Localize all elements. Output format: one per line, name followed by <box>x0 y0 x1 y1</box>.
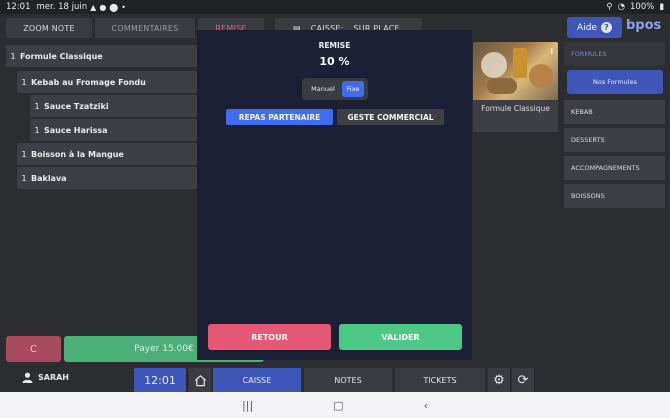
product-name: Formule Classique <box>481 104 550 113</box>
category-desserts[interactable]: DESSERTS <box>564 128 665 152</box>
warning-icon: ▲ <box>90 2 97 12</box>
back-icon[interactable]: ‹ <box>424 399 428 412</box>
reason-geste-commercial[interactable]: GESTE COMMERCIAL <box>337 109 444 125</box>
order-item-name: Baklava <box>31 173 67 183</box>
tab-notes[interactable]: NOTES <box>304 368 392 392</box>
user-section[interactable]: SARAH <box>22 372 69 383</box>
order-item-name: Boisson à la Mangue <box>31 149 124 159</box>
order-item[interactable]: 1 Formule Classique <box>6 45 197 67</box>
order-item-qty: 1 <box>21 173 27 183</box>
order-item-qty: 1 <box>21 149 27 159</box>
order-item-qty: 1 <box>34 125 40 135</box>
info-icon[interactable]: i <box>550 47 553 56</box>
order-item-qty: 1 <box>21 77 27 87</box>
help-icon: ? <box>600 22 612 33</box>
retour-button[interactable]: RETOUR <box>208 324 331 350</box>
settings-button[interactable]: ⚙ <box>488 368 510 392</box>
category-accompagnements[interactable]: ACCOMPAGNEMENTS <box>564 156 665 180</box>
status-bar: 12:01 mer. 18 juin ▲ ● ⬤ • ⚲ ◔ 100% ▮ <box>0 0 670 14</box>
user-icon <box>22 372 33 383</box>
battery-icon: ▮ <box>659 2 664 12</box>
battery-level: 100% <box>630 2 655 12</box>
category-formules[interactable]: FORMULES <box>564 42 665 66</box>
order-item-qty: 1 <box>10 51 16 61</box>
order-item-name: Sauce Tzatziki <box>44 101 109 111</box>
zoom-note-button[interactable]: ZOOM NOTE <box>6 18 92 38</box>
sync-button[interactable]: ⟳ <box>512 368 534 392</box>
clock-button[interactable]: 12:01 <box>134 368 186 392</box>
refresh-icon: ⟳ <box>517 372 529 388</box>
wifi-icon: ◔ <box>617 2 625 12</box>
system-nav-bar: ||| ▢ ‹ <box>0 392 670 418</box>
bpos-logo: bpos <box>626 18 662 33</box>
order-item-name: Sauce Harissa <box>44 125 108 135</box>
dot-icon: • <box>121 2 126 12</box>
reason-repas-partenaire[interactable]: REPAS PARTENAIRE <box>226 109 333 125</box>
aide-label: Aide <box>577 22 597 33</box>
home-button[interactable] <box>189 368 211 392</box>
home-nav-icon[interactable]: ▢ <box>333 399 343 412</box>
home-icon <box>194 374 206 386</box>
category-kebab[interactable]: KEBAB <box>564 100 665 124</box>
order-item-name: Kebab au Fromage Fondu <box>31 77 146 87</box>
product-image <box>473 42 558 100</box>
subcategory-nos-formules[interactable]: Nos Formules <box>567 70 663 94</box>
discount-value: 10 % <box>319 55 350 68</box>
tab-caisse[interactable]: CAISSE <box>213 368 301 392</box>
order-item[interactable]: 1 Sauce Tzatziki <box>30 95 197 117</box>
recent-apps-icon[interactable]: ||| <box>242 399 253 412</box>
location-pin-icon: ⚲ <box>606 2 613 12</box>
order-item-qty: 1 <box>34 101 40 111</box>
mode-manuel-option[interactable]: Manuel <box>306 81 340 97</box>
category-boissons[interactable]: BOISSONS <box>564 184 665 208</box>
aide-button[interactable]: Aide ? <box>567 17 622 38</box>
modal-title: REMISE <box>318 41 351 50</box>
order-item[interactable]: 1 Sauce Harissa <box>30 119 197 141</box>
order-item[interactable]: 1 Kebab au Fromage Fondu <box>17 71 197 93</box>
order-item[interactable]: 1 Boisson à la Mangue <box>17 143 197 165</box>
clear-button[interactable]: C <box>6 336 61 362</box>
product-card[interactable]: i Formule Classique <box>473 42 558 132</box>
tab-tickets[interactable]: TICKETS <box>395 368 485 392</box>
user-name: SARAH <box>38 373 69 382</box>
order-item-name: Formule Classique <box>20 51 103 61</box>
status-date: mer. 18 juin <box>36 2 88 12</box>
location-icon: ⬤ <box>109 2 119 12</box>
mode-fixe-option[interactable]: Fixe <box>342 81 364 97</box>
valider-button[interactable]: VALIDER <box>339 324 462 350</box>
status-time: 12:01 <box>6 2 31 12</box>
gear-icon: ⚙ <box>493 372 505 388</box>
commentaires-button[interactable]: COMMENTAIRES <box>95 18 195 38</box>
account-icon: ● <box>99 2 107 12</box>
order-item[interactable]: 1 Baklava <box>17 167 197 189</box>
